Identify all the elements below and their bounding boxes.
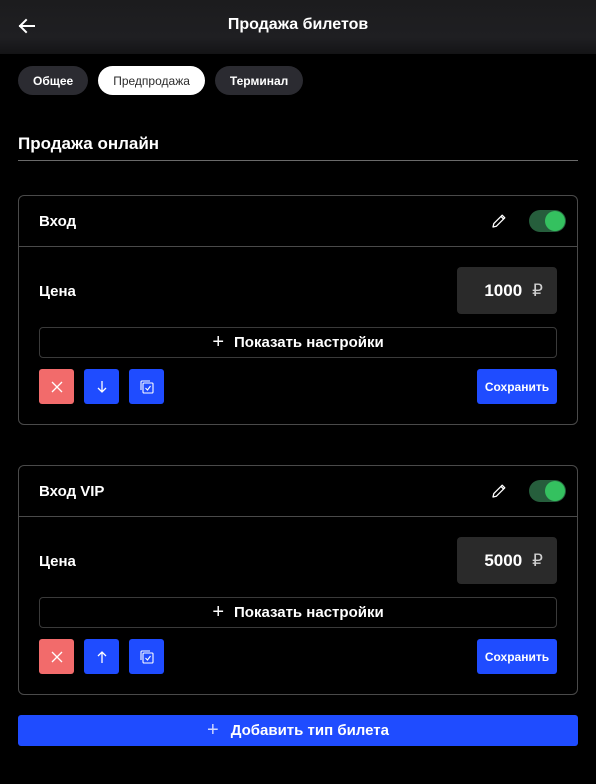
delete-button[interactable]: [39, 369, 74, 404]
delete-button[interactable]: [39, 639, 74, 674]
move-down-button[interactable]: [84, 369, 119, 404]
save-button[interactable]: Сохранить: [477, 369, 557, 404]
price-label: Цена: [39, 553, 76, 570]
add-ticket-type-label: Добавить тип билета: [230, 722, 389, 739]
add-ticket-type-button[interactable]: + Добавить тип билета: [18, 715, 578, 746]
plus-icon: +: [212, 600, 224, 623]
tab-general[interactable]: Общее: [18, 66, 89, 95]
ticket-enabled-toggle[interactable]: [529, 210, 566, 232]
price-input[interactable]: 1000 ₽: [457, 267, 557, 314]
save-button[interactable]: Сохранить: [477, 639, 557, 674]
copy-icon: [139, 649, 154, 664]
ruble-icon: ₽: [532, 280, 543, 300]
arrow-up-icon: [97, 650, 106, 663]
copy-icon: [139, 379, 154, 394]
pencil-icon[interactable]: [490, 212, 508, 230]
section-divider: [18, 160, 578, 161]
plus-icon: +: [207, 718, 219, 741]
section-title: Продажа онлайн: [18, 134, 160, 153]
show-settings-label: Показать настройки: [234, 604, 384, 621]
tab-presale[interactable]: Предпродажа: [98, 66, 205, 95]
toggle-knob: [545, 211, 565, 231]
top-bar: Продажа билетов: [0, 0, 596, 54]
pencil-icon[interactable]: [490, 482, 508, 500]
ticket-card: Вход VIP Цена 5000 ₽ + Показать настройк…: [18, 465, 578, 695]
close-icon: [51, 651, 62, 662]
ticket-card-header: Вход VIP: [19, 466, 577, 517]
duplicate-button[interactable]: [129, 639, 164, 674]
duplicate-button[interactable]: [129, 369, 164, 404]
show-settings-label: Показать настройки: [234, 334, 384, 351]
move-up-button[interactable]: [84, 639, 119, 674]
price-label: Цена: [39, 283, 76, 300]
price-input[interactable]: 5000 ₽: [457, 537, 557, 584]
ticket-name: Вход VIP: [39, 483, 105, 500]
ticket-name: Вход: [39, 213, 77, 230]
toggle-knob: [545, 481, 565, 501]
tab-terminal[interactable]: Терминал: [214, 66, 304, 95]
show-settings-button[interactable]: + Показать настройки: [39, 597, 557, 628]
ticket-enabled-toggle[interactable]: [529, 480, 566, 502]
page-title: Продажа билетов: [227, 16, 369, 33]
ticket-card-header: Вход: [19, 196, 577, 247]
ticket-card: Вход Цена 1000 ₽ + Показать настройки Со…: [18, 195, 578, 425]
price-value: 5000: [484, 550, 523, 570]
show-settings-button[interactable]: + Показать настройки: [39, 327, 557, 358]
arrow-down-icon: [97, 380, 106, 393]
plus-icon: +: [212, 330, 224, 353]
ruble-icon: ₽: [532, 550, 543, 570]
tab-bar: Общее Предпродажа Терминал: [18, 66, 304, 95]
close-icon: [51, 381, 62, 392]
price-value: 1000: [484, 280, 523, 300]
